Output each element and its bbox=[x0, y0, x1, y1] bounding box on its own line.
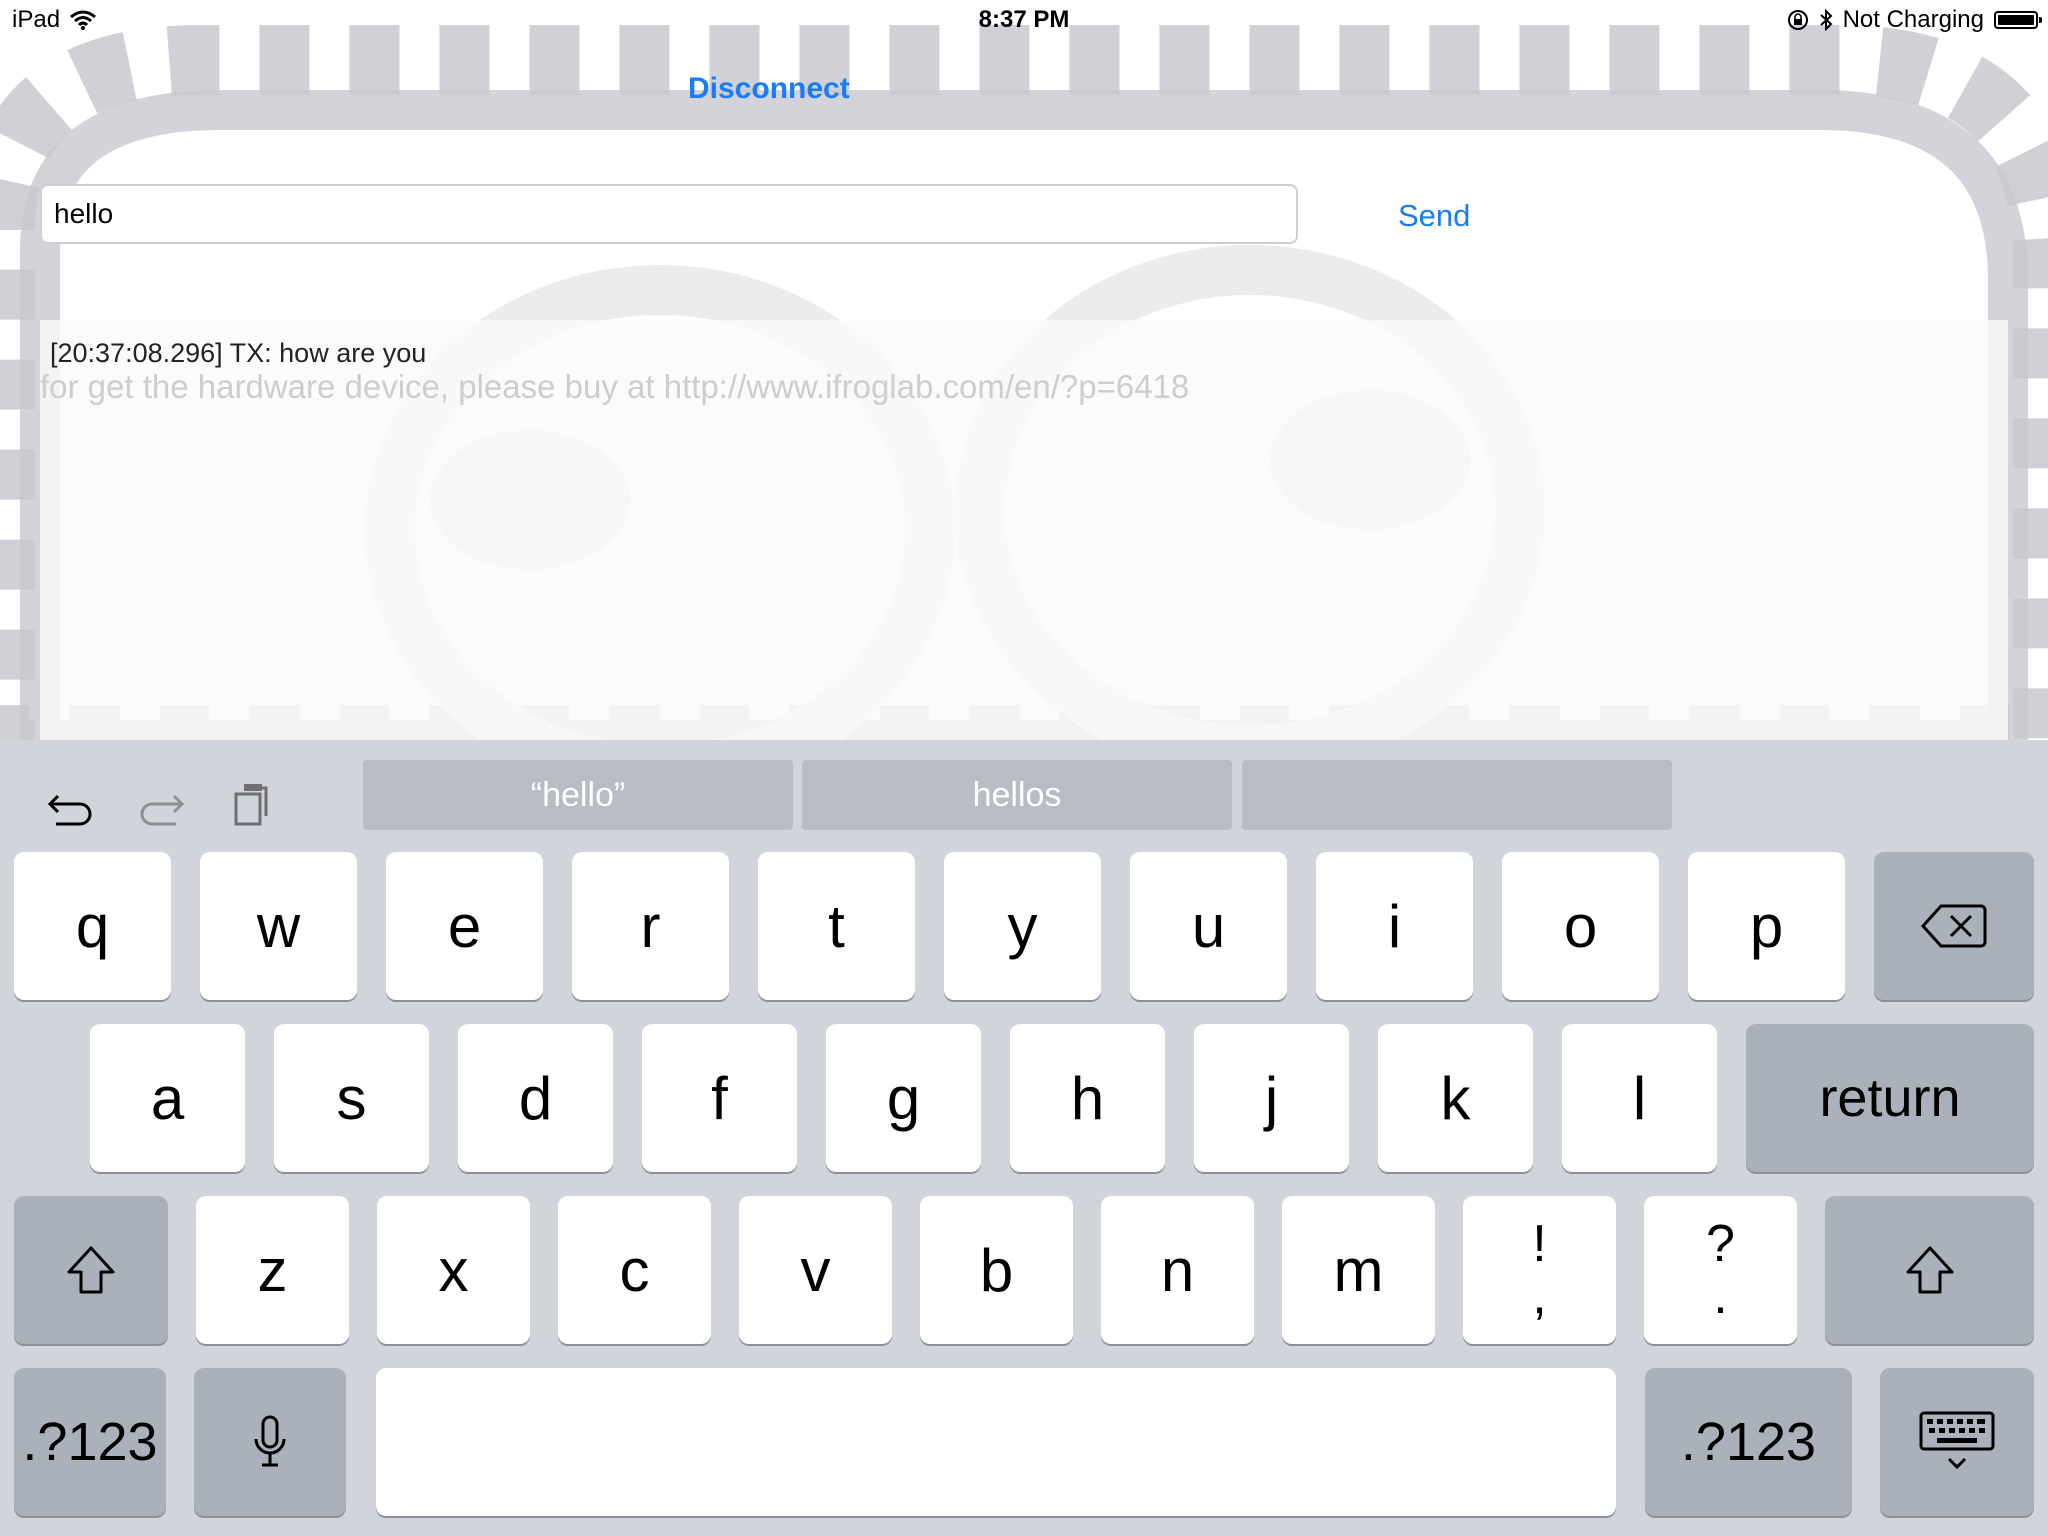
keyboard-dismiss-icon bbox=[1919, 1411, 1995, 1470]
key-p[interactable]: p bbox=[1688, 852, 1845, 1000]
shift-key-left[interactable] bbox=[14, 1196, 168, 1344]
key-r[interactable]: r bbox=[572, 852, 729, 1000]
status-time: 8:37 PM bbox=[978, 6, 1070, 33]
redo-icon[interactable] bbox=[136, 780, 186, 830]
dismiss-keyboard-key[interactable] bbox=[1880, 1368, 2034, 1516]
key-t[interactable]: t bbox=[758, 852, 915, 1000]
key-a[interactable]: a bbox=[90, 1024, 245, 1172]
hint-text: for get the hardware device, please buy … bbox=[40, 368, 1190, 405]
key-l[interactable]: l bbox=[1562, 1024, 1717, 1172]
status-bar: iPad 8:37 PM Not Charging bbox=[0, 0, 2048, 40]
key-q[interactable]: q bbox=[14, 852, 171, 1000]
key-d[interactable]: d bbox=[458, 1024, 613, 1172]
key-x[interactable]: x bbox=[377, 1196, 530, 1344]
key-k[interactable]: k bbox=[1378, 1024, 1533, 1172]
key-c[interactable]: c bbox=[558, 1196, 711, 1344]
delete-key[interactable] bbox=[1874, 852, 2034, 1000]
key-f[interactable]: f bbox=[642, 1024, 797, 1172]
key-o[interactable]: o bbox=[1502, 852, 1659, 1000]
undo-icon[interactable] bbox=[46, 780, 96, 830]
key-s[interactable]: s bbox=[274, 1024, 429, 1172]
send-button[interactable]: Send bbox=[1398, 198, 1470, 234]
key-v[interactable]: v bbox=[739, 1196, 892, 1344]
suggestion-item[interactable] bbox=[1242, 760, 1672, 830]
key-j[interactable]: j bbox=[1194, 1024, 1349, 1172]
numbers-key-right[interactable]: .?123 bbox=[1645, 1368, 1852, 1516]
status-right: Not Charging bbox=[1787, 6, 2042, 34]
keyboard: “hello” hellos q w e r t y u i o p a s d… bbox=[0, 740, 2048, 1536]
dictation-key[interactable] bbox=[194, 1368, 346, 1516]
key-n[interactable]: n bbox=[1101, 1196, 1254, 1344]
key-bottom-label: , bbox=[1532, 1267, 1547, 1325]
suggestion-item[interactable]: hellos bbox=[802, 760, 1232, 830]
shift-key-right[interactable] bbox=[1825, 1196, 2034, 1344]
message-input[interactable] bbox=[40, 184, 1298, 244]
disconnect-button[interactable]: Disconnect bbox=[688, 72, 850, 106]
log-area[interactable]: [20:37:08.296] TX: how are you for get t… bbox=[40, 320, 2008, 740]
suggestion-item[interactable]: “hello” bbox=[363, 760, 793, 830]
key-w[interactable]: w bbox=[200, 852, 357, 1000]
shift-icon bbox=[67, 1246, 115, 1294]
key-bottom-label: . bbox=[1713, 1267, 1728, 1325]
key-question-period[interactable]: ? . bbox=[1644, 1196, 1797, 1344]
microphone-icon bbox=[254, 1415, 286, 1467]
log-entry: [20:37:08.296] TX: how are you bbox=[50, 338, 427, 368]
key-g[interactable]: g bbox=[826, 1024, 981, 1172]
battery-icon bbox=[1994, 11, 2042, 29]
key-e[interactable]: e bbox=[386, 852, 543, 1000]
charging-status: Not Charging bbox=[1842, 6, 1984, 33]
key-y[interactable]: y bbox=[944, 852, 1101, 1000]
key-b[interactable]: b bbox=[920, 1196, 1073, 1344]
bluetooth-icon bbox=[1819, 9, 1833, 31]
key-top-label: ? bbox=[1706, 1215, 1735, 1273]
key-u[interactable]: u bbox=[1130, 852, 1287, 1000]
delete-icon bbox=[1921, 904, 1987, 948]
shift-icon bbox=[1906, 1246, 1953, 1294]
key-top-label: ! bbox=[1532, 1215, 1547, 1273]
key-i[interactable]: i bbox=[1316, 852, 1473, 1000]
key-h[interactable]: h bbox=[1010, 1024, 1165, 1172]
numbers-key-left[interactable]: .?123 bbox=[14, 1368, 166, 1516]
key-exclaim-comma[interactable]: ! , bbox=[1463, 1196, 1616, 1344]
key-m[interactable]: m bbox=[1282, 1196, 1435, 1344]
rotation-lock-icon bbox=[1787, 10, 1808, 30]
key-z[interactable]: z bbox=[196, 1196, 349, 1344]
paste-icon[interactable] bbox=[230, 780, 280, 830]
space-key[interactable] bbox=[376, 1368, 1616, 1516]
return-key[interactable]: return bbox=[1746, 1024, 2034, 1172]
